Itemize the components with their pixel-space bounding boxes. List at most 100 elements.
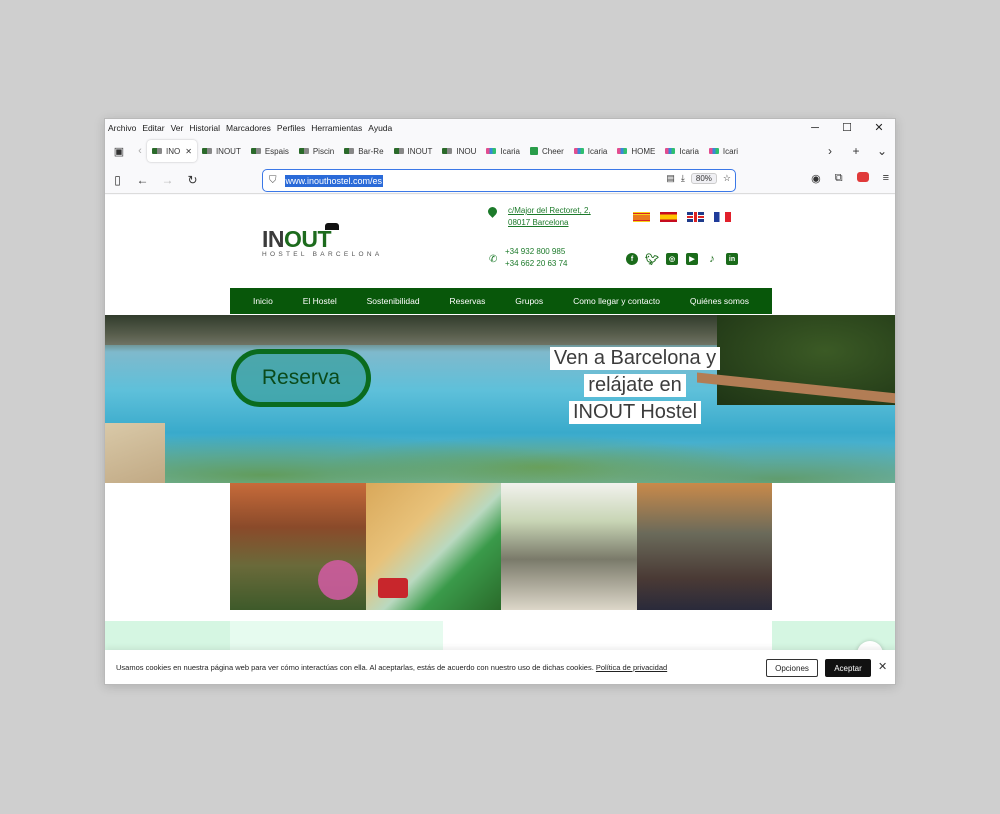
cookie-accept-button[interactable]: Aceptar	[825, 659, 871, 677]
privacy-policy-link[interactable]: Política de privacidad	[596, 663, 667, 672]
minimize-icon[interactable]: ─	[799, 119, 831, 136]
zoom-level[interactable]: 80%	[690, 173, 717, 184]
tab-label: Bar-Re	[358, 146, 384, 156]
twitter-icon[interactable]: 🐦︎	[645, 253, 659, 266]
account-icon[interactable]: ◉	[811, 172, 821, 185]
close-icon[interactable]: ✕	[863, 119, 895, 136]
menu-editar[interactable]: Editar	[142, 123, 164, 133]
menu-archivo[interactable]: Archivo	[108, 123, 136, 133]
inout-favicon-icon	[344, 148, 355, 154]
tab-label: INOUT	[215, 146, 241, 156]
youtube-icon[interactable]: ▶	[686, 253, 698, 265]
nav-el-hostel[interactable]: El Hostel	[303, 296, 337, 306]
catalan-flag-icon[interactable]	[633, 212, 650, 222]
reader-view-icon[interactable]: ▤	[666, 173, 675, 184]
maximize-icon[interactable]: ☐	[831, 119, 863, 136]
inout-favicon-icon	[298, 148, 309, 154]
forward-icon[interactable]: →	[155, 173, 180, 187]
spanish-flag-icon[interactable]	[660, 212, 677, 222]
linkedin-icon[interactable]: in	[726, 253, 738, 265]
menu-historial[interactable]: Historial	[189, 123, 220, 133]
tab-close-icon[interactable]: ✕	[185, 147, 192, 156]
url-bar[interactable]: ⛉ www.inouthostel.com/es ▤ ⤓ 80% ☆	[262, 169, 736, 192]
tabs-scroll-right-icon[interactable]: ›	[817, 144, 843, 158]
shield-icon[interactable]: ⛉	[269, 175, 277, 186]
save-page-icon[interactable]: ⤓	[681, 173, 685, 184]
tab-strip: ▣ ‹ INO ✕ INOUT Espais Piscin Bar-Re INOU…	[105, 136, 895, 166]
menu-marcadores[interactable]: Marcadores	[226, 123, 271, 133]
phone-line1[interactable]: +34 932 800 985	[505, 246, 568, 258]
nav-quienes-somos[interactable]: Quiénes somos	[690, 296, 749, 306]
nav-sostenibilidad[interactable]: Sostenibilidad	[367, 296, 420, 306]
sidebar-icon[interactable]: ▯	[105, 173, 130, 187]
social-links: f 🐦︎ ◎ ▶ ♪ in	[626, 253, 738, 266]
tagline-line3: INOUT Hostel	[568, 401, 702, 424]
icaria-favicon-icon	[486, 148, 497, 154]
hat-icon	[325, 223, 339, 230]
tab[interactable]: Cheer	[525, 140, 569, 162]
tab[interactable]: Bar-Re	[339, 140, 388, 162]
tab[interactable]: INOUT	[197, 140, 246, 162]
menu-ver[interactable]: Ver	[171, 123, 184, 133]
nav-grupos[interactable]: Grupos	[515, 296, 543, 306]
hero-banner: Reserva Ven a Barcelona y relájate en IN…	[105, 315, 895, 483]
cookie-close-icon[interactable]: ✕	[878, 660, 887, 673]
menu-ayuda[interactable]: Ayuda	[368, 123, 392, 133]
language-selector	[633, 212, 731, 222]
cookie-options-button[interactable]: Opciones	[766, 659, 818, 677]
inout-favicon-icon	[442, 148, 453, 154]
icaria-favicon-icon	[665, 148, 676, 154]
tagline-line1: Ven a Barcelona y	[549, 347, 721, 370]
tab-label: HOME	[631, 146, 656, 156]
tab[interactable]: Piscin	[294, 140, 339, 162]
french-flag-icon[interactable]	[714, 212, 731, 222]
menu-hamburger-icon[interactable]: ≡	[883, 172, 889, 185]
tabs-scroll-left-icon[interactable]: ‹	[133, 145, 147, 157]
tab[interactable]: Icari	[704, 140, 743, 162]
menu-perfiles[interactable]: Perfiles	[277, 123, 305, 133]
reload-icon[interactable]: ↻	[180, 173, 205, 187]
english-flag-icon[interactable]	[687, 212, 704, 222]
cheer-favicon-icon	[529, 147, 538, 155]
bookmark-star-icon[interactable]: ☆	[723, 173, 731, 184]
address-link[interactable]: c/Major del Rectoret, 2, 08017 Barcelona	[508, 205, 591, 229]
tab-label: Piscin	[312, 146, 335, 156]
facebook-icon[interactable]: f	[626, 253, 638, 265]
navigation-toolbar: ▯ ← → ↻ ⛉ www.inouthostel.com/es ▤ ⤓ 80%…	[105, 166, 895, 194]
inout-logo[interactable]: INOUT HOSTEL BARCELONA	[262, 223, 382, 258]
tab[interactable]: Icaria	[481, 140, 525, 162]
hero-tagline: Ven a Barcelona y relájate en INOUT Host…	[535, 347, 735, 428]
back-icon[interactable]: ←	[130, 173, 155, 187]
new-tab-icon[interactable]: +	[843, 144, 869, 158]
tab-overview-icon[interactable]: ▣	[105, 145, 133, 158]
logo-wordmark: INOUT	[262, 226, 332, 252]
inout-favicon-icon	[250, 148, 261, 154]
list-all-tabs-icon[interactable]: ⌄	[869, 144, 895, 158]
menu-herramientas[interactable]: Herramientas	[311, 123, 362, 133]
phone-line2[interactable]: +34 662 20 63 74	[505, 258, 568, 270]
reserva-button[interactable]: Reserva	[231, 349, 371, 407]
inout-favicon-icon	[201, 148, 212, 154]
gallery-image-room[interactable]	[365, 483, 501, 610]
tab-label: Cheer	[541, 146, 564, 156]
gallery-image-terrace[interactable]	[636, 483, 772, 610]
tab-inout-active[interactable]: INO ✕	[147, 140, 197, 162]
extension-red-icon[interactable]	[856, 172, 869, 182]
tab[interactable]: Icaria	[569, 140, 613, 162]
tab[interactable]: HOME	[612, 140, 660, 162]
tab[interactable]: Icaria	[660, 140, 704, 162]
gallery-image-exterior[interactable]	[230, 483, 366, 610]
gallery-image-restaurant[interactable]	[501, 483, 637, 610]
tab[interactable]: Espais	[246, 140, 294, 162]
nav-reservas[interactable]: Reservas	[449, 296, 485, 306]
nav-inicio[interactable]: Inicio	[253, 296, 273, 306]
instagram-icon[interactable]: ◎	[666, 253, 678, 265]
tab[interactable]: INOUT	[389, 140, 438, 162]
browser-window: Archivo Editar Ver Historial Marcadores …	[104, 118, 896, 685]
tiktok-icon[interactable]: ♪	[706, 253, 718, 265]
url-text[interactable]: www.inouthostel.com/es	[284, 174, 384, 187]
nav-como-llegar[interactable]: Como llegar y contacto	[573, 296, 660, 306]
window-controls: ─ ☐ ✕	[799, 119, 895, 136]
extensions-icon[interactable]: ⧉	[835, 172, 843, 185]
tab[interactable]: INOU	[437, 140, 481, 162]
